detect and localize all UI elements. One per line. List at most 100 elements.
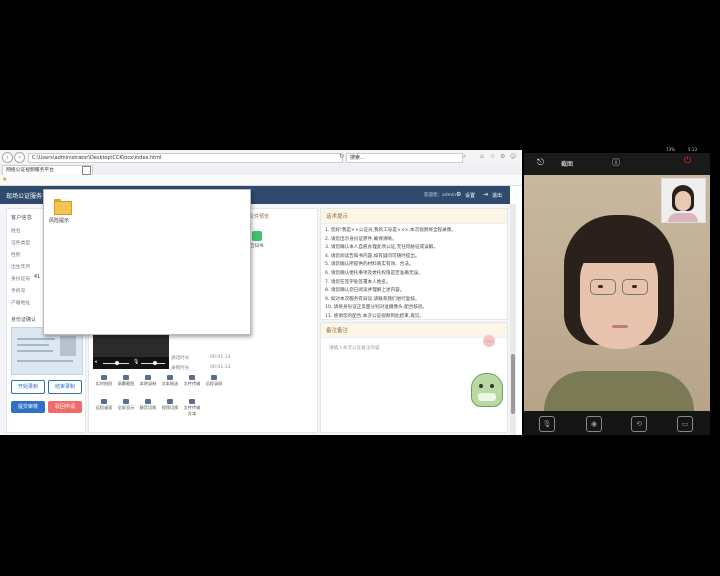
notes-panel: 备注备注 请输入本次公证备注内容 … (320, 322, 508, 433)
tool-icon (145, 399, 151, 404)
tool-label: 远程桌面 (95, 405, 113, 410)
phone-status-bar: 73% 5:13 (524, 146, 710, 153)
field-label: 户籍地址 (11, 301, 31, 306)
search-icon[interactable]: ⌕ (463, 153, 466, 161)
home-icon[interactable]: ⌂ (480, 153, 484, 160)
field-label: 手机号 (11, 289, 26, 294)
tab-active[interactable]: 网络公证视频服务平台 (2, 165, 93, 175)
video-info-label: 录制时长 (171, 366, 190, 371)
back-icon[interactable]: ‹ (2, 152, 13, 163)
favorite-star-icon[interactable]: ★ (2, 176, 7, 183)
mic-icon[interactable]: 🎙︎ (539, 416, 555, 432)
toolbar-button[interactable]: 屏幕截图 (117, 375, 135, 387)
smiley-icon[interactable]: ☺ (510, 153, 516, 160)
phone-screen: 73% 5:13 ⎋ 截图 ⓘ ⏻ 🎙︎ ◉ ⟲ ▭ (524, 146, 710, 435)
card-section-title: 身份证确认 (11, 317, 37, 323)
info-icon[interactable]: ⓘ (612, 157, 620, 168)
script-rule: 3. 请您确认本人自愿办理此项公证,无任何胁迫或误解。 (325, 245, 438, 251)
self-preview-video[interactable] (661, 178, 706, 223)
settings-link[interactable]: 设置 (465, 192, 475, 199)
script-rule: 11. 感谢您的配合,本次公证视频到此结束,再见。 (325, 313, 424, 319)
chat-bubble-icon[interactable]: … (483, 335, 495, 347)
tool-icon (167, 399, 173, 404)
folder-label[interactable]: 风险提示 (49, 217, 69, 224)
tool-label: 屏幕截图 (117, 381, 135, 386)
logout-link[interactable]: 退出 (492, 192, 502, 199)
submit-button[interactable]: 提交审核 (11, 401, 45, 413)
settings-icon[interactable]: ⚙ (500, 153, 505, 160)
script-rule: 9. 如对本次服务有异议,请联系我们进行复核。 (325, 296, 420, 302)
power-icon[interactable]: ⏻ (684, 156, 691, 166)
star-icon[interactable]: ☆ (490, 153, 495, 160)
tab-title: 网络公证视频服务平台 (6, 168, 54, 173)
volume-slider[interactable] (115, 361, 119, 365)
favorites-bar: ★ (0, 175, 522, 186)
file-popup: 风险提示 (43, 189, 251, 335)
file-icon[interactable] (252, 231, 262, 241)
refresh-icon[interactable]: ↻ (339, 153, 344, 160)
tool-label: 全屏显示 (117, 405, 135, 410)
video-info-value: 00:01:14 (210, 355, 231, 360)
reject-button[interactable]: 驳回申请 (48, 401, 82, 413)
toolbar-button[interactable]: 全屏显示 (117, 399, 135, 411)
notes-input[interactable]: 请输入本次公证备注内容 (329, 345, 380, 351)
camera-icon[interactable]: ◉ (586, 416, 602, 432)
script-rules: 1. 您好!我是××公证员,我的工号是×××,本次视频将全程录像。 2. 请您出示… (321, 224, 507, 325)
tool-icon (189, 375, 195, 380)
url-field[interactable]: C:\Users\administrator\Desktop\CCK\ocx\i… (28, 153, 343, 163)
toolbar-button[interactable]: 远程桌面 (95, 399, 113, 411)
local-video: 🔈︎ 🎙︎ (93, 333, 169, 369)
tool-icon (167, 375, 173, 380)
start-record-button[interactable]: 开始录制 (11, 380, 45, 394)
volume-icon[interactable]: 🔈︎ (95, 359, 98, 365)
script-rule: 8. 请您确认您已阅读并理解上述内容。 (325, 288, 405, 294)
address-bar: ‹ › C:\Users\administrator\Desktop\CCK\o… (0, 150, 522, 165)
field-label: 出生年月 (11, 265, 31, 270)
forward-icon[interactable]: › (14, 152, 25, 163)
tool-icon (189, 399, 195, 404)
phone-top-bar: ⎋ 截图 ⓘ ⏻ (524, 153, 710, 175)
toolbar-button[interactable]: 文本推送 (161, 375, 179, 387)
battery-level: 73% (666, 147, 675, 152)
search-input[interactable]: 搜索... (346, 153, 463, 163)
stop-record-button[interactable]: 结束录制 (48, 380, 82, 394)
gear-icon[interactable]: ⚙ (456, 191, 461, 198)
toolbar-button[interactable]: 文件传输 (183, 375, 201, 387)
scrollbar-thumb[interactable] (511, 354, 515, 414)
file-preview-title: 文件预览 (249, 214, 270, 220)
switch-camera-icon[interactable]: ⟲ (631, 416, 647, 432)
id-card-photo (60, 336, 76, 356)
camera-switch-icon[interactable]: ⎋ (537, 158, 544, 168)
phone-controls: 🎙︎ ◉ ⟲ ▭ (524, 411, 710, 435)
customer-panel-title: 客户信息 (11, 215, 32, 221)
tool-icon (101, 399, 107, 404)
tool-label: 静音切换 (139, 405, 157, 410)
toolbar-button[interactable]: 视频切换 (161, 399, 179, 411)
page-scrollbar[interactable] (510, 204, 516, 435)
phone-title: 截图 (561, 161, 574, 168)
folder-icon[interactable] (54, 197, 72, 215)
toolbar-button[interactable]: 文件传输文本 (183, 399, 201, 417)
toolbar-button[interactable]: 静音切换 (139, 399, 157, 411)
mascot-image (471, 373, 503, 407)
tool-icon (101, 375, 107, 380)
tool-label: 文件传输文本 (183, 405, 201, 416)
toolbar-button[interactable]: 本地录制 (139, 375, 157, 387)
new-tab-icon[interactable] (82, 166, 91, 175)
field-label: 身份证号 (11, 277, 31, 282)
toolbar-button[interactable]: 实时拍照 (95, 375, 113, 387)
toolbar-button[interactable]: 远程录屏 (205, 375, 223, 387)
logout-icon[interactable]: ⇥ (483, 191, 488, 198)
tool-label: 视频切换 (161, 405, 179, 410)
tool-label: 本地录制 (139, 381, 157, 386)
file-item-label[interactable]: 告知书 (250, 243, 264, 249)
script-rule: 2. 请您出示身份证原件,确保清晰。 (325, 236, 397, 242)
screen-share-icon[interactable]: ▭ (677, 416, 693, 432)
tool-icon (211, 375, 217, 380)
tool-icon (145, 375, 151, 380)
field-value: 41 (34, 275, 41, 280)
field-label: 证件类型 (11, 241, 31, 246)
mic-icon[interactable]: 🎙︎ (133, 359, 139, 365)
mic-slider[interactable] (153, 361, 157, 365)
script-rule: 7. 请您在签字处签署本人姓名。 (325, 279, 391, 285)
